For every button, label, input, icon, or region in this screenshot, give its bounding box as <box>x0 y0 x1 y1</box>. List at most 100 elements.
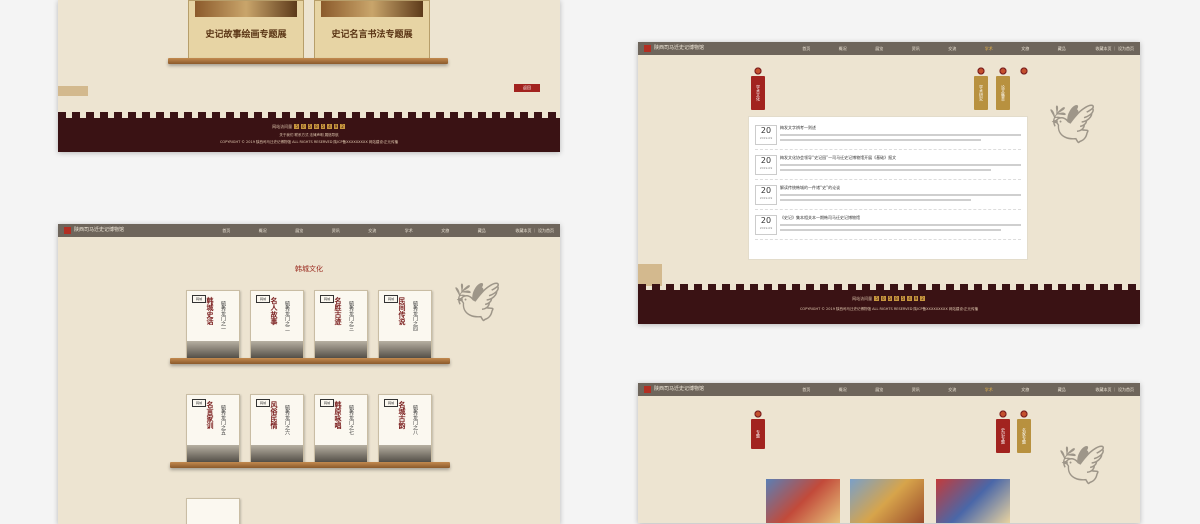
nav-right-links[interactable]: 收藏本页 ｜ 设为首页 <box>1095 383 1134 396</box>
museum-logo-icon[interactable] <box>64 227 71 234</box>
book-1[interactable]: 韩城 韩城史话 毓秀龙门之一 <box>186 290 240 360</box>
nav-item[interactable]: 首页 <box>222 224 230 237</box>
book-series: 毓秀龙门之三 <box>348 301 354 331</box>
topic-image[interactable] <box>850 479 924 523</box>
nav-item[interactable]: 交流 <box>948 42 956 55</box>
nav-item[interactable]: 文旅 <box>1021 383 1029 396</box>
nav-item-active[interactable]: 学术 <box>985 42 993 55</box>
back-button[interactable]: 返回 <box>514 84 540 92</box>
news-item[interactable]: 20 2019-09 梅发文化协会领导“史记园”—司马迁史记博物馆开展《基础》报文 <box>755 153 1021 180</box>
seal-icon: 韩城 <box>256 295 270 303</box>
news-day: 20 <box>760 156 772 165</box>
nav-item[interactable]: 学术 <box>405 224 413 237</box>
nav-item[interactable]: 藏品 <box>1058 383 1066 396</box>
news-item[interactable]: 20 2019-09 梅发文字辨考一则述 <box>755 123 1021 150</box>
nav-item[interactable]: 藏品 <box>1058 42 1066 55</box>
exhibit-image <box>195 1 297 17</box>
book-series: 毓秀龙门之八 <box>412 405 418 435</box>
tag-paper-collection[interactable]: 论文集萃 <box>996 76 1010 110</box>
site-name[interactable]: 陕西司马迁史记博物馆 <box>654 383 704 396</box>
topic-image[interactable] <box>936 479 1010 523</box>
news-date: 20 2019-09 <box>755 155 777 175</box>
tag-academic-culture[interactable]: 学术文化 <box>751 76 765 110</box>
book-3[interactable]: 韩城 名胜古迹 毓秀龙门之三 <box>314 290 368 360</box>
digit: 8 <box>314 124 319 129</box>
nav-item[interactable]: 文旅 <box>441 224 449 237</box>
nav-item[interactable]: 藏品 <box>478 224 486 237</box>
exhibit-shelf: 史记故事绘画专题展 史记名言书法专题展 <box>184 0 434 62</box>
book-title: 名言家训 <box>206 401 214 429</box>
news-month: 2019-09 <box>759 166 773 170</box>
exhibit-book-2[interactable]: 史记名言书法专题展 <box>314 0 430 62</box>
nav-item[interactable]: 资讯 <box>332 224 340 237</box>
news-date: 20 2019-09 <box>755 185 777 205</box>
museum-logo-icon[interactable] <box>644 45 651 52</box>
knot-icon <box>1018 409 1030 419</box>
knot-icon <box>1018 66 1030 76</box>
book-scene <box>187 445 239 463</box>
news-title[interactable]: 《史记》集本相关本一期韩司马迁史记博物馆 <box>780 215 860 221</box>
footer-links[interactable]: 关于我们 联系方式 法律声明 展馆导航 <box>58 132 560 138</box>
nav-item[interactable]: 资讯 <box>912 42 920 55</box>
news-title[interactable]: 梅发文字辨考一则述 <box>780 125 816 131</box>
nav-item[interactable]: 展览 <box>875 383 883 396</box>
site-name[interactable]: 陕西司马迁史记博物馆 <box>74 224 124 237</box>
nav-right-links[interactable]: 收藏本页 ｜ 设为首页 <box>515 224 554 237</box>
seal-icon: 韩城 <box>384 295 398 303</box>
decor-pattern <box>638 264 662 286</box>
book-8[interactable]: 韩城 名城古韵 毓秀龙门之八 <box>378 394 432 464</box>
news-day: 20 <box>760 186 772 195</box>
nav-item[interactable]: 概况 <box>839 383 847 396</box>
screen-topics: 陕西司马迁史记博物馆 首页 概况 展览 资讯 交流 学术 文旅 藏品 收藏本页 … <box>638 383 1140 523</box>
knot-icon <box>975 66 987 76</box>
tag-academic-research[interactable]: 学术研究 <box>974 76 988 110</box>
exhibit-title: 史记名言书法专题展 <box>331 30 413 40</box>
nav-item[interactable]: 资讯 <box>912 383 920 396</box>
book-scene <box>315 445 367 463</box>
digit: 5 <box>887 296 893 301</box>
book-title: 风俗民情 <box>270 401 278 429</box>
wood-shelf <box>170 462 450 468</box>
news-day: 20 <box>760 126 772 135</box>
knot-icon <box>997 66 1009 76</box>
book-7[interactable]: 韩城 韩原咏唱 毓秀龙门之七 <box>314 394 368 464</box>
book-9[interactable] <box>186 498 240 524</box>
site-name[interactable]: 陕西司马迁史记博物馆 <box>654 42 704 55</box>
tag-topic[interactable]: 专题 <box>751 419 765 449</box>
book-6[interactable]: 韩城 风俗民情 毓秀龙门之六 <box>250 394 304 464</box>
book-scene <box>379 341 431 359</box>
nav-item[interactable]: 展览 <box>875 42 883 55</box>
nav-item[interactable]: 首页 <box>802 383 810 396</box>
news-title[interactable]: 梅发文化协会领导“史记园”—司马迁史记博物馆开展《基础》报文 <box>780 155 896 161</box>
book-2[interactable]: 韩城 名人故事 毓秀龙门之二 <box>250 290 304 360</box>
digit: 4 <box>327 124 332 129</box>
tag-master-topic[interactable]: 名家专题 <box>1017 419 1031 453</box>
news-item[interactable]: 20 2019-09 解读传统韩城的一件诸“史”的论谈 <box>755 183 1021 210</box>
digit: 5 <box>900 296 906 301</box>
nav-bar: 陕西司马迁史记博物馆 首页 概况 展览 资讯 交流 学术 文旅 藏品 收藏本页 … <box>638 383 1140 396</box>
seal-icon: 韩城 <box>320 399 334 407</box>
nav-item-active[interactable]: 学术 <box>985 383 993 396</box>
tag-shiji-topic[interactable]: 史记专题 <box>996 419 1010 453</box>
exhibit-book-1[interactable]: 史记故事绘画专题展 <box>188 0 304 62</box>
nav-right-links[interactable]: 收藏本页 ｜ 设为首页 <box>1095 42 1134 55</box>
news-title[interactable]: 解读传统韩城的一件诸“史”的论谈 <box>780 185 840 191</box>
book-scene <box>251 445 303 463</box>
visitor-counter: 网站访问量 50585492 <box>58 124 560 130</box>
museum-logo-icon[interactable] <box>644 386 651 393</box>
nav-item[interactable]: 概况 <box>259 224 267 237</box>
book-5[interactable]: 韩城 名言家训 毓秀龙门之五 <box>186 394 240 464</box>
nav-item[interactable]: 首页 <box>802 42 810 55</box>
news-item[interactable]: 20 2019-09 《史记》集本相关本一期韩司马迁史记博物馆 <box>755 213 1021 240</box>
copyright: COPYRIGHT © 2019 陕西司马迁史记博物馆 ALL RIGHTS R… <box>799 307 979 311</box>
book-4[interactable]: 韩城 民间传说 毓秀龙门之四 <box>378 290 432 360</box>
topic-image[interactable] <box>766 479 840 523</box>
nav-item[interactable]: 文旅 <box>1021 42 1029 55</box>
nav-item[interactable]: 交流 <box>368 224 376 237</box>
nav-menu: 首页 概况 展览 资讯 交流 学术 文旅 藏品 <box>208 224 500 237</box>
crane-icon: 🕊 <box>1058 443 1107 487</box>
nav-item[interactable]: 概况 <box>839 42 847 55</box>
section-title: 韩城文化 <box>295 265 323 273</box>
nav-item[interactable]: 交流 <box>948 383 956 396</box>
nav-item[interactable]: 展览 <box>295 224 303 237</box>
